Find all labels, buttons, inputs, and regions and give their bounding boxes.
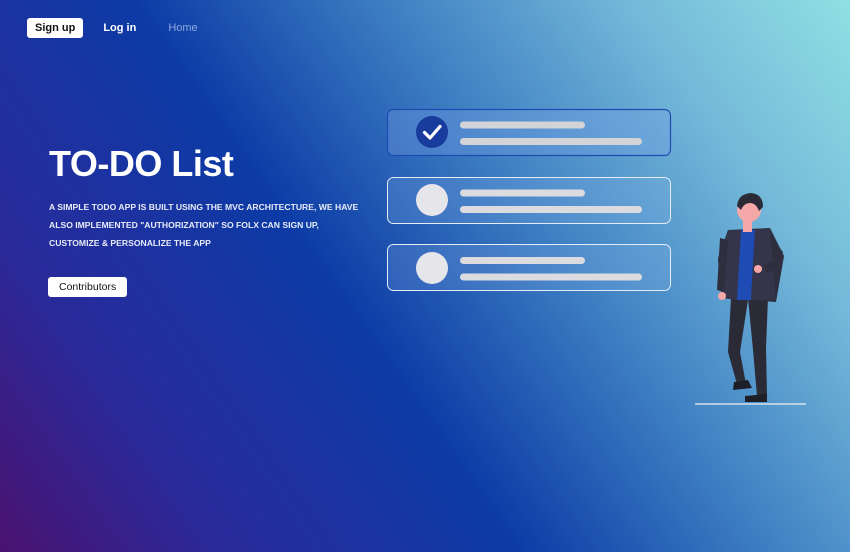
checkmark-icon xyxy=(416,116,448,148)
task-line-long xyxy=(460,273,642,281)
empty-circle-icon xyxy=(416,252,448,284)
task-line-short xyxy=(460,257,585,264)
empty-circle-icon xyxy=(416,184,448,216)
person-icon xyxy=(695,193,806,405)
task-card xyxy=(387,244,671,291)
task-line-short xyxy=(460,121,585,129)
todo-illustration xyxy=(386,108,806,405)
task-line-long xyxy=(460,138,642,145)
task-line-long xyxy=(460,206,642,213)
task-line-short xyxy=(460,189,585,197)
task-card xyxy=(387,177,671,224)
task-card-checked xyxy=(386,108,672,157)
